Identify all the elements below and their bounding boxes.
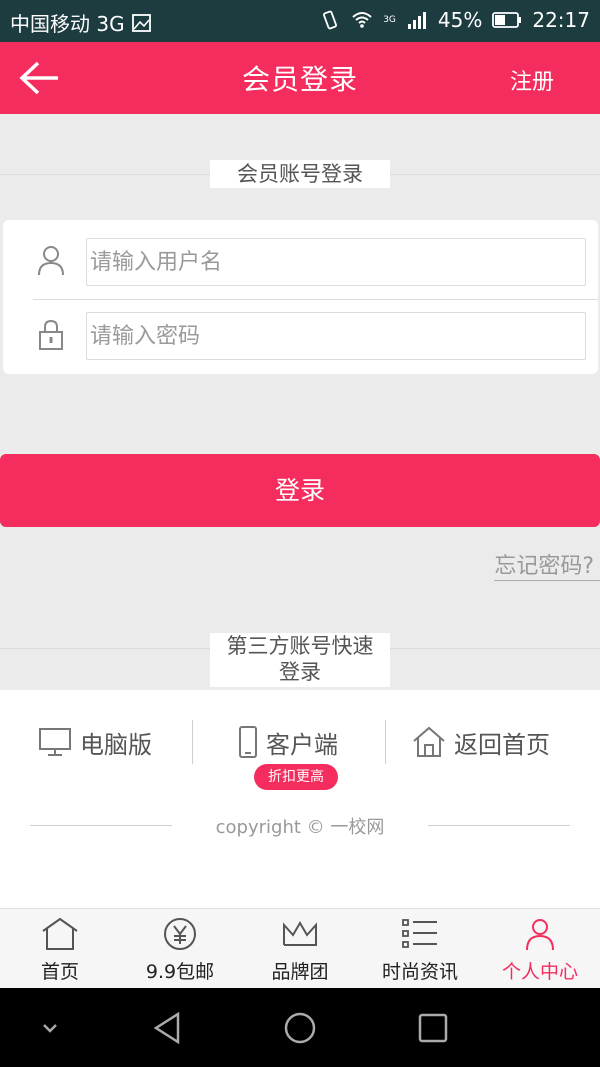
tab-fashion-news[interactable]: 时尚资讯 bbox=[360, 909, 480, 989]
header-bar: 会员登录 注册 bbox=[0, 42, 600, 114]
third-party-title-line2: 登录 bbox=[279, 660, 321, 684]
yen-icon bbox=[164, 918, 196, 950]
crown-icon bbox=[283, 921, 317, 946]
register-button[interactable]: 注册 bbox=[510, 64, 554, 96]
copyright: copyright © 一校网 bbox=[30, 813, 570, 838]
third-party-login-title: 第三方账号快速 登录 bbox=[210, 633, 390, 687]
tab-fashion-news-label: 时尚资讯 bbox=[381, 961, 458, 983]
desktop-version-link[interactable]: 电脑版 bbox=[38, 720, 152, 764]
tab-free-shipping-label: 9.9包邮 bbox=[145, 961, 215, 983]
tab-personal-center-label: 个人中心 bbox=[501, 961, 578, 983]
client-app-label: 客户端 bbox=[266, 730, 338, 759]
username-input[interactable] bbox=[86, 238, 586, 286]
battery-icon bbox=[492, 12, 522, 28]
client-app-link[interactable]: 客户端 bbox=[238, 720, 338, 764]
monitor-icon bbox=[39, 728, 71, 756]
network-type-label: 3G bbox=[383, 14, 396, 25]
hide-keyboard-icon[interactable] bbox=[30, 1008, 70, 1048]
clock: 22:17 bbox=[532, 8, 590, 32]
back-home-link[interactable]: 返回首页 bbox=[412, 720, 550, 764]
back-home-label: 返回首页 bbox=[454, 730, 550, 759]
link-separator bbox=[385, 720, 386, 764]
tab-home-label: 首页 bbox=[40, 961, 79, 983]
copyright-line-left bbox=[30, 825, 172, 826]
phone-icon bbox=[239, 726, 257, 758]
login-form bbox=[3, 220, 598, 374]
battery-percent: 45% bbox=[437, 8, 483, 32]
home-circle-icon[interactable] bbox=[280, 1008, 320, 1048]
signal-icon bbox=[407, 12, 426, 29]
quick-links: 电脑版 客户端 返回首页 bbox=[0, 720, 600, 764]
password-input[interactable] bbox=[86, 312, 586, 360]
lock-icon bbox=[39, 319, 63, 350]
list-icon bbox=[402, 919, 437, 948]
status-right: 3G 45% 22:17 bbox=[319, 8, 590, 32]
desktop-version-label: 电脑版 bbox=[80, 730, 152, 759]
password-row bbox=[3, 298, 598, 374]
back-triangle-icon[interactable] bbox=[148, 1008, 188, 1048]
user-icon bbox=[38, 246, 64, 276]
home-icon bbox=[413, 726, 445, 757]
home-icon bbox=[42, 917, 78, 950]
bottom-panel: 电脑版 客户端 返回首页 折扣更高 copyright © 一校网 bbox=[0, 690, 600, 908]
image-icon bbox=[131, 13, 151, 32]
member-login-title: 会员账号登录 bbox=[210, 160, 390, 188]
username-row bbox=[3, 222, 598, 298]
back-arrow-icon[interactable] bbox=[18, 60, 62, 96]
tab-brand-group-label: 品牌团 bbox=[271, 961, 329, 983]
tab-free-shipping[interactable]: 9.9包邮 bbox=[120, 909, 240, 989]
status-bar: 中国移动 3G 3G 45% 22:17 bbox=[0, 0, 600, 42]
person-icon bbox=[526, 919, 554, 951]
wifi-icon bbox=[352, 12, 372, 28]
tab-bar: 首页 9.9包邮 品牌团 时尚资讯 个人中心 bbox=[0, 908, 600, 988]
discount-badge: 折扣更高 bbox=[254, 764, 338, 790]
forgot-password-link[interactable]: 忘记密码? bbox=[494, 548, 600, 581]
tab-home[interactable]: 首页 bbox=[0, 909, 120, 989]
copyright-line-right bbox=[428, 825, 570, 826]
carrier-label: 中国移动 3G bbox=[10, 12, 125, 36]
link-separator bbox=[192, 720, 193, 764]
third-party-title-line1: 第三方账号快速 bbox=[226, 634, 374, 658]
login-button[interactable]: 登录 bbox=[0, 454, 600, 527]
status-left: 中国移动 3G bbox=[10, 8, 153, 37]
tab-brand-group[interactable]: 品牌团 bbox=[240, 909, 360, 989]
tab-personal-center[interactable]: 个人中心 bbox=[480, 909, 600, 989]
copyright-text: copyright © 一校网 bbox=[215, 817, 385, 838]
recents-square-icon[interactable] bbox=[413, 1008, 453, 1048]
vibrate-icon bbox=[323, 10, 338, 30]
system-nav-bar bbox=[0, 988, 600, 1067]
